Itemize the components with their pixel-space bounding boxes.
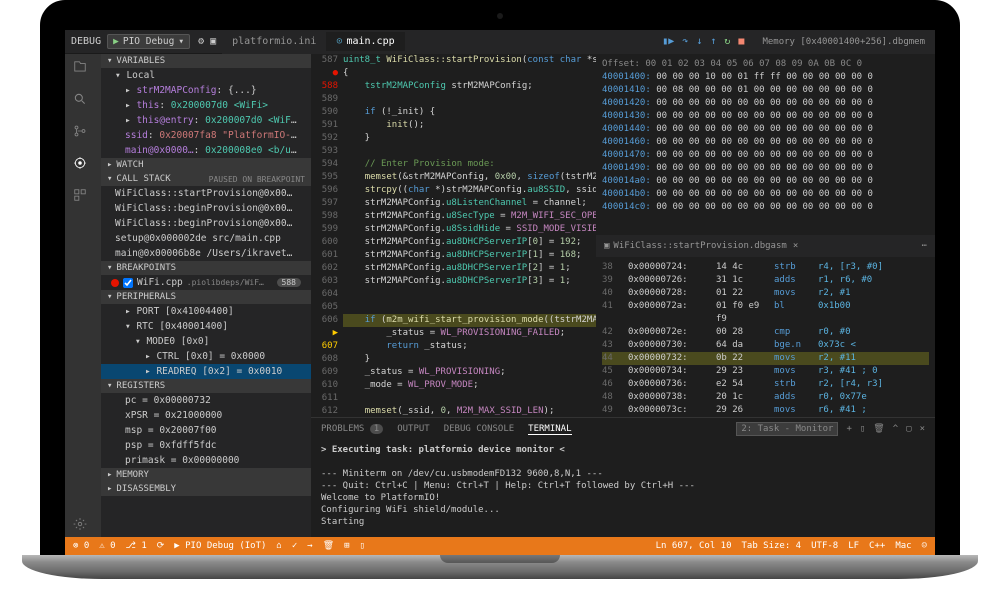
stop-icon[interactable]: ■ xyxy=(738,36,744,47)
split-terminal-icon[interactable]: ▯ xyxy=(860,424,865,434)
debug-console-icon[interactable]: ▣ xyxy=(210,36,216,47)
activity-bar xyxy=(65,54,101,537)
debug-sidebar: ▾ VARIABLES ▾ Local ▸ strM2MAPConfig: {.… xyxy=(101,54,311,537)
status-bar: ⊗ 0 ⚠ 0 ⎇ 1 ⟳ ▶ PIO Debug (IoT) ⌂ ✓ → 🗑 … xyxy=(65,537,935,555)
extensions-icon[interactable] xyxy=(73,188,93,208)
tab-main-cpp[interactable]: ⊙main.cpp xyxy=(326,32,404,51)
terminal-icon[interactable]: ▯ xyxy=(360,541,365,551)
stack-frame[interactable]: WiFiClass::beginProvision@0x000000… xyxy=(101,201,311,216)
warnings-icon[interactable]: ⚠ 0 xyxy=(99,541,115,551)
stack-frame[interactable]: setup@0x000002de src/main.cpp xyxy=(101,231,311,246)
periph-item[interactable]: ▸ PORT [0x41004400] xyxy=(101,304,311,319)
search-icon[interactable] xyxy=(73,92,93,112)
variables-header[interactable]: ▾ VARIABLES xyxy=(101,54,311,68)
restart-icon[interactable]: ↻ xyxy=(724,36,730,47)
terminal-tab[interactable]: TERMINAL xyxy=(528,424,571,435)
debug-icon[interactable] xyxy=(73,156,93,176)
tab-platformio[interactable]: platformio.ini xyxy=(222,32,326,51)
debug-status[interactable]: ▶ PIO Debug (IoT) xyxy=(174,541,266,551)
var-item[interactable]: main@0x0000…: 0x200008e0 <b/u…> xyxy=(101,143,311,158)
periph-item[interactable]: ▸ CTRL [0x0] = 0x0000 xyxy=(101,349,311,364)
debug-config-selector[interactable]: ▶ PIO Debug ▾ xyxy=(107,34,190,49)
asm-tab[interactable]: ▣ WiFiClass::startProvision.dbgasm×⋯ xyxy=(596,235,935,257)
memory-header[interactable]: ▸ MEMORY xyxy=(101,468,311,482)
settings-icon[interactable] xyxy=(73,517,93,537)
register-item[interactable]: xPSR = 0x21000000 xyxy=(101,408,311,423)
var-item[interactable]: ▸ this@entry: 0x200007d0 <WiFi> xyxy=(101,113,311,128)
periph-item[interactable]: ▾ MODE0 [0x0] xyxy=(101,334,311,349)
step-over-icon[interactable]: ↷ xyxy=(682,36,688,47)
os[interactable]: Mac xyxy=(895,541,911,551)
disassembly-view[interactable]: 380x00000724:14 4cstrbr4, [r3, #0]390x00… xyxy=(596,257,935,417)
debug-console-tab[interactable]: DEBUG CONSOLE xyxy=(444,424,514,434)
var-item[interactable]: ▸ this: 0x200007d0 <WiFi> xyxy=(101,98,311,113)
register-item[interactable]: psp = 0xfdff5fdc xyxy=(101,438,311,453)
variables-local[interactable]: ▾ Local xyxy=(101,68,311,83)
stack-frame[interactable]: WiFiClass::beginProvision@0x000000… xyxy=(101,216,311,231)
check-icon[interactable]: ✓ xyxy=(292,541,297,551)
language[interactable]: C++ xyxy=(869,541,885,551)
git-icon[interactable] xyxy=(73,124,93,144)
step-out-icon[interactable]: ↑ xyxy=(710,36,716,47)
stack-frame[interactable]: WiFiClass::startProvision@0x000007… xyxy=(101,186,311,201)
upload-icon[interactable]: → xyxy=(307,541,312,551)
chevron-down-icon: ▾ xyxy=(178,36,184,47)
debug-config-name: PIO Debug xyxy=(123,36,174,47)
play-icon: ▶ xyxy=(113,36,119,47)
terminal-output[interactable]: > Executing task: platformio device moni… xyxy=(311,440,935,537)
debug-controls: ▮▶ ↷ ↓ ↑ ↻ ■ xyxy=(654,36,752,47)
home-icon[interactable]: ⌂ xyxy=(276,541,281,551)
breakpoints-header[interactable]: ▾ BREAKPOINTS xyxy=(101,261,311,275)
step-into-icon[interactable]: ↓ xyxy=(696,36,702,47)
panel-toggle-icon[interactable]: ▢ xyxy=(906,424,911,434)
register-item[interactable]: msp = 0x20007f00 xyxy=(101,423,311,438)
register-item[interactable]: pc = 0x00000732 xyxy=(101,393,311,408)
problems-tab[interactable]: PROBLEMS 1 xyxy=(321,424,383,434)
encoding[interactable]: UTF-8 xyxy=(811,541,838,551)
cursor-position[interactable]: Ln 607, Col 10 xyxy=(656,541,732,551)
new-terminal-icon[interactable]: + xyxy=(846,424,851,434)
eol[interactable]: LF xyxy=(848,541,859,551)
breakpoint-dot-icon xyxy=(111,279,119,287)
peripherals-header[interactable]: ▾ PERIPHERALS xyxy=(101,290,311,304)
watch-header[interactable]: ▸ WATCH xyxy=(101,158,311,172)
tab-size[interactable]: Tab Size: 4 xyxy=(742,541,802,551)
continue-icon[interactable]: ▮▶ xyxy=(662,36,674,47)
feedback-icon[interactable]: ☺ xyxy=(922,541,927,551)
disassembly-header[interactable]: ▸ DISASSEMBLY xyxy=(101,482,311,496)
sync-icon[interactable]: ⟳ xyxy=(157,541,165,551)
close-panel-icon[interactable]: × xyxy=(920,424,925,434)
breakpoint-item[interactable]: WiFi.cpp .piolibdeps/WiF… 588 xyxy=(101,275,311,290)
output-tab[interactable]: OUTPUT xyxy=(397,424,430,434)
explorer-icon[interactable] xyxy=(73,60,93,80)
git-status[interactable]: ⎇ 1 xyxy=(126,541,147,551)
breakpoint-checkbox[interactable] xyxy=(123,278,133,288)
register-item[interactable]: primask = 0x00000000 xyxy=(101,453,311,468)
trash-icon[interactable]: 🗑 xyxy=(873,424,884,434)
var-item[interactable]: ssid: 0x20007fa8 "PlatformIO-31…" xyxy=(101,128,311,143)
code-editor[interactable]: 587● 58858959059159259359459559659759859… xyxy=(311,54,596,417)
var-item[interactable]: ▸ strM2MAPConfig: {...} xyxy=(101,83,311,98)
tab-memory[interactable]: Memory [0x40001400+256].dbgmem xyxy=(752,33,935,51)
errors-icon[interactable]: ⊗ 0 xyxy=(73,541,89,551)
debug-label: DEBUG xyxy=(71,36,101,47)
maximize-icon[interactable]: ^ xyxy=(893,424,898,434)
stack-frame[interactable]: main@0x00006b8e /Users/ikravets… xyxy=(101,246,311,261)
gear-icon[interactable]: ⚙ xyxy=(198,36,204,47)
registers-header[interactable]: ▾ REGISTERS xyxy=(101,379,311,393)
periph-item[interactable]: ▾ RTC [0x40001400] xyxy=(101,319,311,334)
memory-view[interactable]: Offset: 00 01 02 03 04 05 06 07 08 09 0A… xyxy=(596,54,935,235)
serial-icon[interactable]: ⊞ xyxy=(344,541,349,551)
task-selector[interactable]: 2: Task - Monitor xyxy=(736,422,838,436)
callstack-header[interactable]: ▾ CALL STACKPAUSED ON BREAKPOINT xyxy=(101,172,311,186)
clean-icon[interactable]: 🗑 xyxy=(323,541,334,551)
periph-item[interactable]: ▸ READREQ [0x2] = 0x0010 xyxy=(101,364,311,379)
